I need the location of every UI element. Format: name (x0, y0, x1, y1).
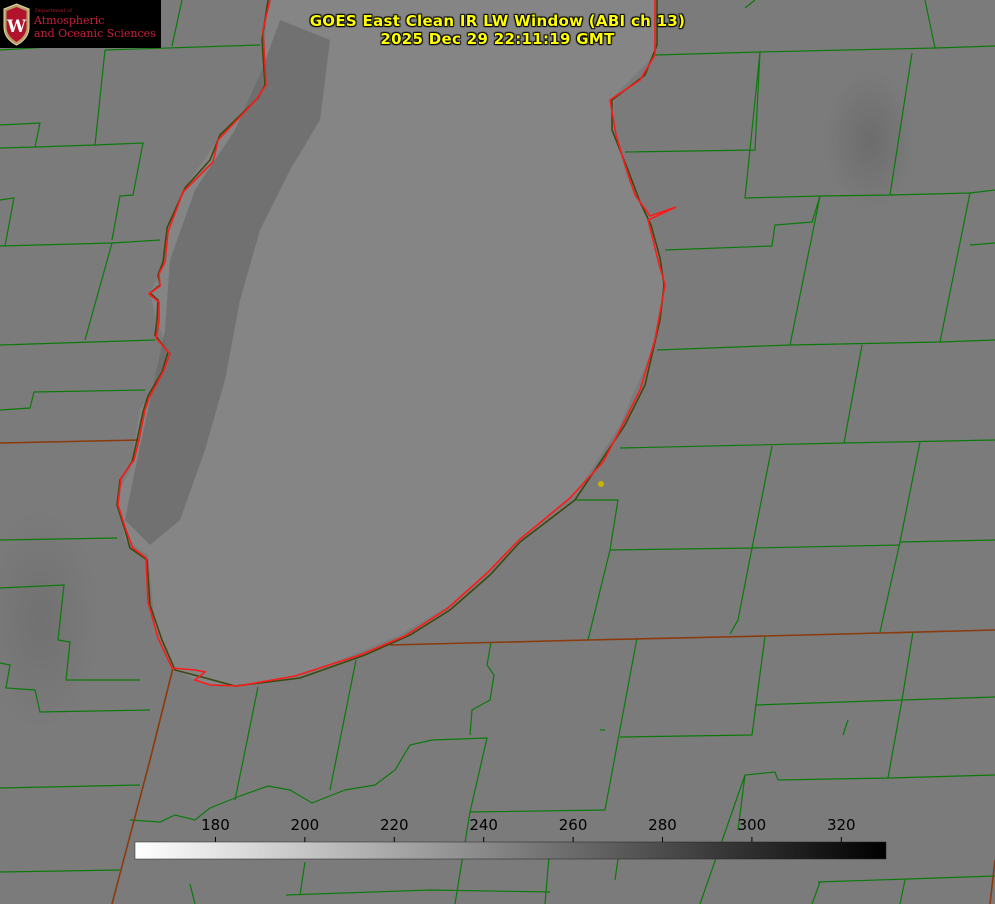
colorbar-tick-label: 240 (469, 816, 498, 834)
satellite-map[interactable]: 180 200 220 240 260 280 300 320 (0, 0, 995, 904)
colorbar-gradient (134, 841, 887, 860)
colorbar-tick-label: 260 (559, 816, 588, 834)
location-marker[interactable] (598, 481, 604, 487)
colorbar-tick-label: 200 (291, 816, 320, 834)
colorbar-tick-label: 180 (201, 816, 230, 834)
colorbar-tick-label: 220 (380, 816, 409, 834)
colorbar-tick-label: 300 (738, 816, 767, 834)
image-title: GOES East Clean IR LW Window (ABI ch 13) (309, 12, 686, 30)
colorbar-tick-label: 320 (827, 816, 856, 834)
image-timestamp: 2025 Dec 29 22:11:19 GMT (380, 30, 615, 48)
colorbar-tick-label: 280 (648, 816, 677, 834)
warm-patch (825, 70, 915, 210)
